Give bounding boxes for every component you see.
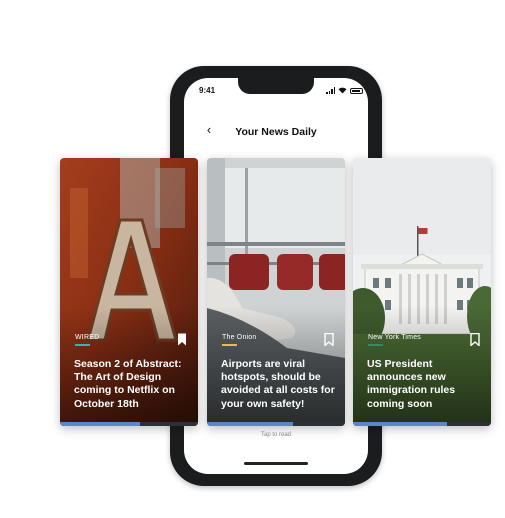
battery-icon <box>350 87 364 94</box>
bookmark-icon[interactable] <box>469 333 481 346</box>
read-progress-fill <box>60 422 141 426</box>
read-progress-fill <box>207 422 293 426</box>
tap-to-read-hint: Tap to read <box>260 432 292 438</box>
card-source-accent <box>222 344 237 346</box>
signal-icon <box>326 87 336 94</box>
status-time: 9:41 <box>199 86 216 95</box>
card-source: New York Times <box>368 334 421 341</box>
read-progress-bar <box>353 422 491 426</box>
card-headline: Season 2 of Abstract: The Art of Design … <box>74 358 182 410</box>
card-source: The Onion <box>222 334 257 341</box>
news-card-nyt[interactable]: New York Times US President announces ne… <box>353 158 491 426</box>
page-title: Your News Daily <box>235 126 317 138</box>
bookmark-icon[interactable] <box>323 333 335 346</box>
card-headline: US President announces new immigration r… <box>367 358 456 410</box>
card-headline: Airports are viral hotspots, should be a… <box>221 358 335 410</box>
card-source: WIRED <box>75 334 100 341</box>
home-indicator[interactable] <box>244 462 308 465</box>
card-source-accent <box>368 344 383 346</box>
read-progress-fill <box>353 422 447 426</box>
card-source-accent <box>75 344 90 346</box>
news-card-onion[interactable]: The Onion Airports are viral hotspots, s… <box>207 158 345 426</box>
read-progress-bar <box>60 422 198 426</box>
read-progress-bar <box>207 422 345 426</box>
wifi-icon <box>338 87 347 94</box>
news-card-wired[interactable]: WIRED Season 2 of Abstract: The Art of D… <box>60 158 198 426</box>
phone-notch <box>238 78 314 94</box>
bookmark-icon[interactable] <box>176 333 188 346</box>
status-icons <box>326 87 364 94</box>
